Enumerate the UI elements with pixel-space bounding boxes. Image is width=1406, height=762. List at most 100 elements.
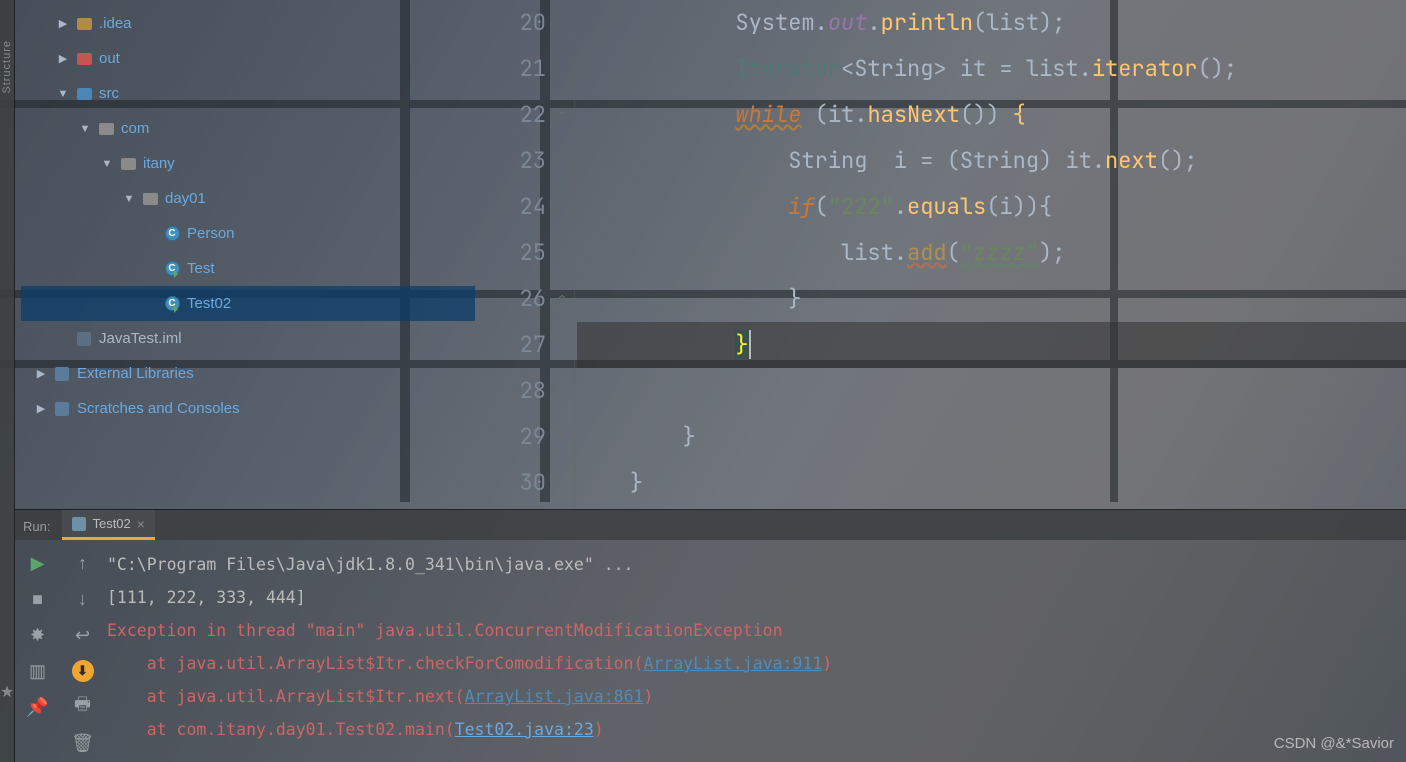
run-label: Run: [15, 519, 62, 540]
tree-item-label: com [121, 120, 149, 137]
code-line[interactable]: list.add("zzzz"); [577, 230, 1406, 276]
left-tool-strip[interactable]: Structure ★ [0, 0, 15, 762]
folder-icon [142, 191, 158, 207]
down-icon[interactable]: ↓ [72, 588, 94, 610]
line-number: 21 [475, 46, 546, 92]
run-toolbar-right[interactable]: ↑ ↓ ↩ ⬇ 🖶 🗑 [60, 540, 105, 762]
expand-arrow-icon[interactable]: ▶ [57, 52, 69, 65]
code-line[interactable]: String i = (String) it.next(); [577, 138, 1406, 184]
expand-arrow-icon[interactable]: ▶ [57, 17, 69, 30]
project-tree[interactable]: ▶.idea▶out▼src▼com▼itany▼day01CPersonCTe… [15, 0, 475, 509]
fold-icon[interactable]: ⌃ [554, 107, 570, 123]
tree-item-label: Scratches and Consoles [77, 400, 240, 417]
tree-item-label: itany [143, 155, 175, 172]
run-tool-window[interactable]: Run: Test02 × ▶ ■ ✸ ▥ 📌 ↑ ↓ ↩ [15, 509, 1406, 762]
stacktrace-link[interactable]: ArrayList.java:861 [465, 687, 644, 706]
line-number: 29 [475, 414, 546, 460]
lib-icon [54, 401, 70, 417]
tree-item-src[interactable]: ▼ src [21, 76, 475, 111]
folder-icon [76, 51, 92, 67]
tree-item-label: .idea [99, 15, 132, 32]
code-line[interactable]: } [577, 460, 1406, 506]
console-line: at java.util.ArrayList$Itr.checkForComod… [107, 647, 1406, 680]
stacktrace-link[interactable]: Test02.java:23 [455, 720, 594, 739]
code-line[interactable]: while (it.hasNext()) { [577, 92, 1406, 138]
tree-item-scratches-and-consoles[interactable]: ▶ Scratches and Consoles [21, 391, 475, 426]
class-icon: C [164, 296, 180, 312]
tree-item-label: day01 [165, 190, 206, 207]
line-number: 24 [475, 184, 546, 230]
console-output[interactable]: "C:\Program Files\Java\jdk1.8.0_341\bin\… [105, 540, 1406, 762]
code-line[interactable] [577, 368, 1406, 414]
tree-item-label: Test [187, 260, 215, 277]
expand-arrow-icon[interactable]: ▼ [57, 88, 69, 100]
debug-icon[interactable]: ✸ [27, 624, 49, 646]
tree-item-day01[interactable]: ▼ day01 [21, 181, 475, 216]
folder-icon [120, 156, 136, 172]
line-number: 23 [475, 138, 546, 184]
console-line: [111, 222, 333, 444] [107, 581, 1406, 614]
lib-icon [54, 366, 70, 382]
expand-arrow-icon[interactable]: ▶ [35, 367, 47, 380]
tree-item-label: External Libraries [77, 365, 194, 382]
structure-tool-label[interactable]: Structure [1, 40, 13, 94]
line-number: 30 [475, 460, 546, 506]
expand-arrow-icon[interactable]: ▼ [79, 123, 91, 135]
code-line[interactable]: } [577, 322, 1406, 368]
run-tab-label: Test02 [92, 516, 130, 531]
line-number: 20 [475, 0, 546, 46]
code-line[interactable]: } [577, 276, 1406, 322]
code-editor[interactable]: 2021222324252627282930⌃⌃⌃ System.out.pri… [475, 0, 1406, 509]
code-line[interactable]: System.out.println(list); [577, 0, 1406, 46]
tree-item-person[interactable]: CPerson [21, 216, 475, 251]
tree-item-label: src [99, 85, 119, 102]
tree-item-out[interactable]: ▶ out [21, 41, 475, 76]
layout-icon[interactable]: ▥ [27, 660, 49, 682]
code-line[interactable]: Iterator<String> it = list.iterator(); [577, 46, 1406, 92]
code-line[interactable]: if("222".equals(i)){ [577, 184, 1406, 230]
editor-code-area[interactable]: System.out.println(list); Iterator<Strin… [575, 0, 1406, 509]
folder-icon [76, 86, 92, 102]
close-icon[interactable]: × [137, 516, 145, 532]
up-icon[interactable]: ↑ [72, 552, 94, 574]
tree-item--idea[interactable]: ▶ .idea [21, 6, 475, 41]
iml-icon [76, 331, 92, 347]
pin-icon[interactable]: 📌 [27, 696, 49, 718]
line-number: 25 [475, 230, 546, 276]
stop-icon[interactable]: ■ [27, 588, 49, 610]
folder-icon [76, 16, 92, 32]
expand-arrow-icon[interactable]: ▶ [35, 402, 47, 415]
fold-icon[interactable]: ⌃ [554, 291, 570, 307]
run-tabs[interactable]: Run: Test02 × [15, 510, 1406, 540]
tree-item-com[interactable]: ▼ com [21, 111, 475, 146]
rerun-icon[interactable]: ▶ [27, 552, 49, 574]
tree-item-external-libraries[interactable]: ▶ External Libraries [21, 356, 475, 391]
tree-item-label: JavaTest.iml [99, 330, 182, 347]
editor-gutter: 2021222324252627282930⌃⌃⌃ [475, 0, 575, 509]
class-icon: C [164, 226, 180, 242]
expand-arrow-icon[interactable]: ▼ [101, 158, 113, 170]
trash-icon[interactable]: 🗑 [72, 732, 94, 754]
tree-item-test02[interactable]: CTest02 [21, 286, 475, 321]
code-line[interactable]: } [577, 414, 1406, 460]
favorites-icon[interactable]: ★ [0, 682, 14, 702]
tree-item-test[interactable]: CTest [21, 251, 475, 286]
run-toolbar-left[interactable]: ▶ ■ ✸ ▥ 📌 [15, 540, 60, 762]
scroll-to-end-icon[interactable]: ⬇ [72, 660, 94, 682]
soft-wrap-icon[interactable]: ↩ [72, 624, 94, 646]
run-config-icon [72, 517, 86, 531]
line-number: 22 [475, 92, 546, 138]
line-number: 26 [475, 276, 546, 322]
console-line: Exception in thread "main" java.util.Con… [107, 614, 1406, 647]
console-line: at com.itany.day01.Test02.main(Test02.ja… [107, 713, 1406, 746]
print-icon[interactable]: 🖶 [72, 696, 94, 718]
tree-item-itany[interactable]: ▼ itany [21, 146, 475, 181]
run-tab-test02[interactable]: Test02 × [62, 510, 155, 540]
console-line: at java.util.ArrayList$Itr.next(ArrayLis… [107, 680, 1406, 713]
stacktrace-link[interactable]: ArrayList.java:911 [643, 654, 822, 673]
tree-item-javatest-iml[interactable]: JavaTest.iml [21, 321, 475, 356]
tree-item-label: out [99, 50, 120, 67]
expand-arrow-icon[interactable]: ▼ [123, 193, 135, 205]
watermark: CSDN @&*Savior [1274, 735, 1394, 752]
fold-icon[interactable]: ⌃ [554, 429, 570, 445]
